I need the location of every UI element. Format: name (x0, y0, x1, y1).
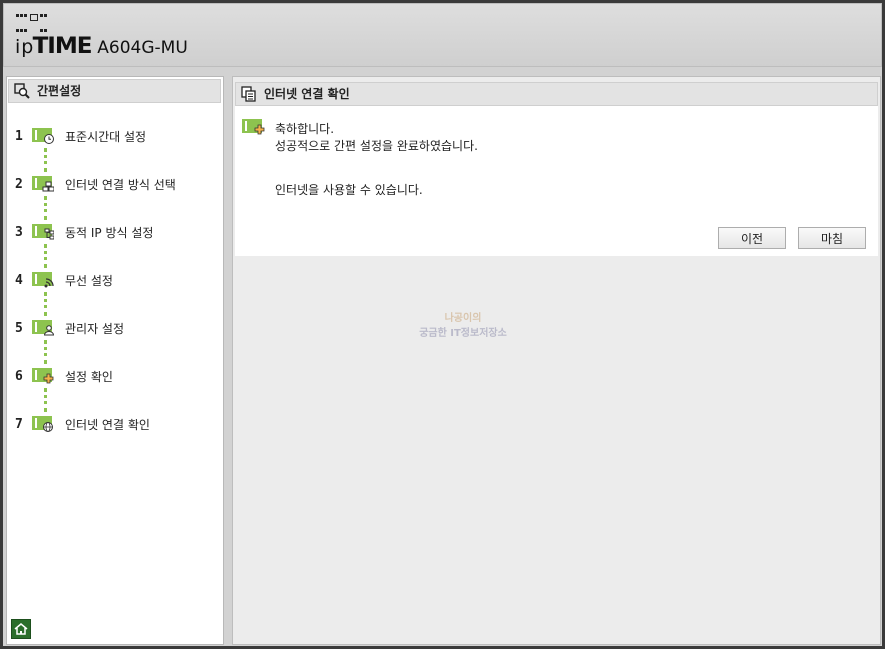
step-connector (44, 340, 47, 364)
sidebar-step-2[interactable]: 2 인터넷 연결 방식 선택 (15, 175, 215, 195)
model-name: A604G-MU (97, 38, 188, 58)
logo-ip: ip (15, 36, 35, 58)
sidebar-step-3[interactable]: 3 동적 IP 방식 설정 (15, 223, 215, 243)
complete-text: 성공적으로 간편 설정을 완료하였습니다. (275, 139, 478, 153)
ip-tree-icon (32, 224, 54, 240)
step-label: 설정 확인 (65, 370, 113, 384)
sidebar-step-5[interactable]: 5 관리자 설정 (15, 319, 215, 339)
sidebar-title-label: 간편설정 (37, 84, 82, 98)
step-number: 6 (15, 369, 23, 384)
header-bar: ipTIME A604G-MU (3, 3, 882, 67)
step-number: 2 (15, 177, 23, 192)
sidebar-step-4[interactable]: 4 무선 설정 (15, 271, 215, 291)
step-number: 7 (15, 417, 23, 432)
sidebar-title: 간편설정 (8, 79, 221, 103)
step-number: 3 (15, 225, 23, 240)
panel-title-bar: 인터넷 연결 확인 (235, 82, 878, 106)
step-number: 5 (15, 321, 23, 336)
step-connector (44, 196, 47, 220)
step-number: 1 (15, 129, 23, 144)
sidebar-step-1[interactable]: 1 표준시간대 설정 (15, 127, 215, 147)
success-icon (242, 119, 265, 135)
clock-icon (32, 128, 54, 144)
app-window: ipTIME A604G-MU 간편설정 1 표준시간대 설정 2 인터넷 연결… (3, 3, 882, 646)
home-button[interactable] (11, 619, 31, 639)
congrats-text: 축하합니다. (275, 122, 335, 136)
watermark-line1: 나공이의 (444, 313, 482, 324)
step-label: 무선 설정 (65, 274, 113, 288)
watermark-line2: 궁금한 IT정보저장소 (419, 328, 507, 339)
search-settings-icon (14, 83, 30, 99)
step-label: 인터넷 연결 방식 선택 (65, 178, 176, 192)
step-label: 표준시간대 설정 (65, 130, 147, 144)
step-connector (44, 148, 47, 172)
sidebar: 간편설정 1 표준시간대 설정 2 인터넷 연결 방식 선택 3 동적 IP 방… (6, 76, 224, 645)
internet-ready-text: 인터넷을 사용할 수 있습니다. (275, 183, 423, 197)
step-connector (44, 388, 47, 412)
content-area: 축하합니다. 성공적으로 간편 설정을 완료하였습니다. 인터넷을 사용할 수 … (235, 106, 878, 256)
page-title: 인터넷 연결 확인 (264, 87, 350, 101)
prev-button[interactable]: 이전 (718, 227, 786, 249)
sidebar-step-7[interactable]: 7 인터넷 연결 확인 (15, 415, 215, 435)
step-number: 4 (15, 273, 23, 288)
step-label: 관리자 설정 (65, 322, 125, 336)
sidebar-step-6[interactable]: 6 설정 확인 (15, 367, 215, 387)
watermark: 나공이의 궁금한 IT정보저장소 (393, 309, 533, 349)
wireless-icon (32, 272, 54, 288)
main-panel: 인터넷 연결 확인 축하합니다. 성공적으로 간편 설정을 완료하였습니다. 인… (232, 76, 881, 645)
step-connector (44, 292, 47, 316)
home-icon (14, 623, 28, 635)
pages-icon (241, 86, 256, 102)
globe-icon (32, 416, 53, 432)
logo-time: TIME (32, 34, 93, 59)
admin-icon (32, 320, 54, 336)
finish-button[interactable]: 마침 (798, 227, 866, 249)
network-icon (32, 176, 54, 192)
step-connector (44, 244, 47, 268)
step-label: 인터넷 연결 확인 (65, 418, 150, 432)
step-label: 동적 IP 방식 설정 (65, 226, 154, 240)
brand-logo: ipTIME A604G-MU (15, 34, 188, 59)
check-settings-icon (32, 368, 54, 384)
